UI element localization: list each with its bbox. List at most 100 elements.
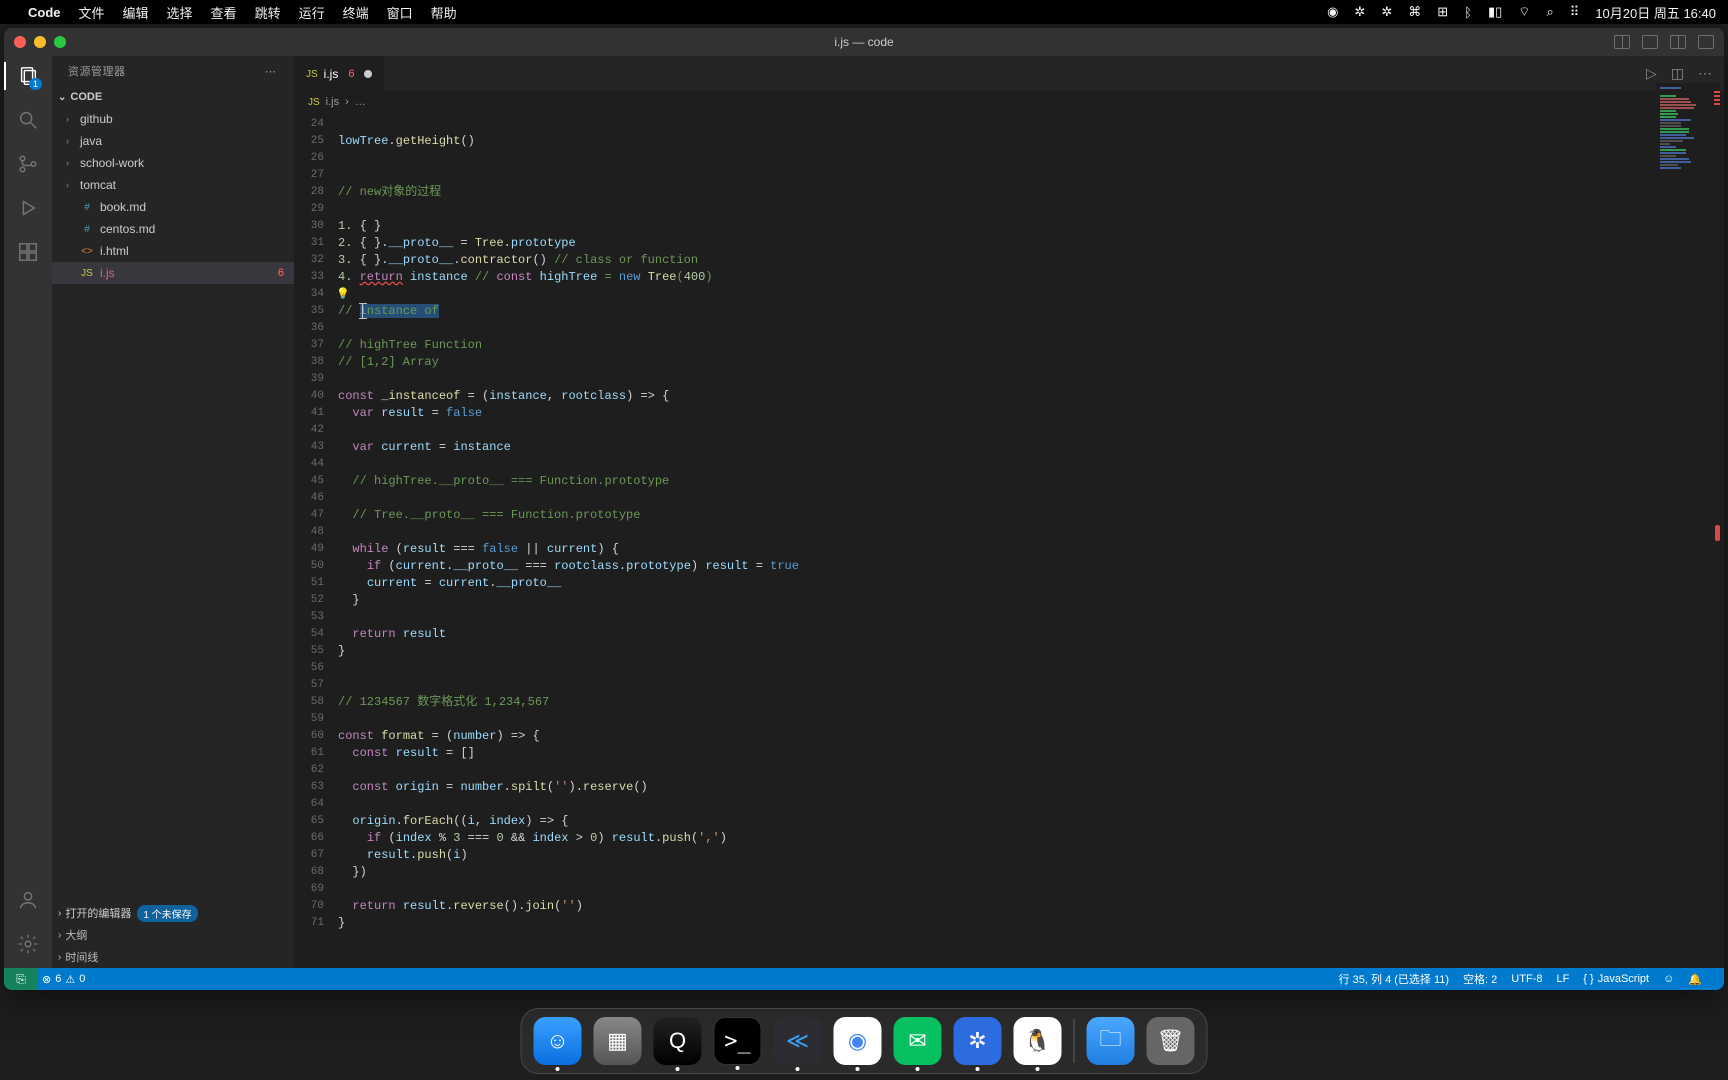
code-line[interactable] (338, 371, 1724, 388)
indent-status[interactable]: 空格: 2 (1463, 971, 1497, 987)
code-line[interactable]: var current = instance (338, 439, 1724, 456)
code-line[interactable]: 2. { }.__proto__ = Tree.prototype (338, 235, 1724, 252)
menu-view[interactable]: 查看 (211, 3, 237, 22)
menu-go[interactable]: 跳转 (255, 3, 281, 22)
code-line[interactable]: if (index % 3 === 0 && index > 0) result… (338, 830, 1724, 847)
code-line[interactable]: return result.reverse().join('') (338, 898, 1724, 915)
dock-wechat[interactable]: ✉ (894, 1017, 942, 1065)
wechat-work-status-icon[interactable]: ✲ (1381, 4, 1392, 20)
code-line[interactable] (338, 524, 1724, 541)
wifi-icon[interactable]: ⌔ (1518, 4, 1530, 20)
folder-item[interactable]: ›school-work (52, 152, 294, 174)
feedback-icon[interactable]: ☺ (1663, 973, 1674, 985)
dock-qq[interactable]: 🐧 (1014, 1017, 1062, 1065)
notifications-icon[interactable]: 🔔 (1688, 973, 1702, 986)
dock-quicktime[interactable]: Q (654, 1017, 702, 1065)
control-center-icon[interactable]: ⠿ (1570, 4, 1580, 20)
tool-status-icon[interactable]: ⌘ (1408, 4, 1421, 20)
dock-launchpad[interactable]: ▦ (594, 1017, 642, 1065)
code-line[interactable]: // 1234567 数字格式化 1,234,567 (338, 694, 1724, 711)
editor-more-icon[interactable]: ⋯ (1698, 65, 1712, 82)
code-line[interactable] (338, 456, 1724, 473)
breadcrumb[interactable]: JS i.js › … (294, 91, 1724, 113)
dock-trash[interactable]: 🗑 (1147, 1017, 1195, 1065)
toggle-secondary-sidebar-icon[interactable] (1670, 35, 1686, 49)
toggle-primary-sidebar-icon[interactable] (1614, 35, 1630, 49)
menu-help[interactable]: 帮助 (431, 3, 457, 22)
zoom-window-button[interactable] (54, 36, 66, 48)
file-item[interactable]: JSi.js6 (52, 262, 294, 284)
code-line[interactable] (338, 711, 1724, 728)
folder-item[interactable]: ›tomcat (52, 174, 294, 196)
code-line[interactable]: // new对象的过程 (338, 184, 1724, 201)
extensions-view-icon[interactable] (16, 240, 40, 264)
code-line[interactable] (338, 609, 1724, 626)
outline-section[interactable]: › 大纲 (52, 924, 294, 946)
code-line[interactable]: } (338, 592, 1724, 609)
menu-file[interactable]: 文件 (79, 3, 105, 22)
tab-ijs[interactable]: JS i.js 6 (294, 56, 385, 91)
code-line[interactable]: // highTree Function (338, 337, 1724, 354)
code-line[interactable] (338, 150, 1724, 167)
split-editor-icon[interactable]: ◫ (1671, 65, 1684, 82)
code-line[interactable] (338, 320, 1724, 337)
search-view-icon[interactable] (16, 108, 40, 132)
code-line[interactable]: var result = false (338, 405, 1724, 422)
code-line[interactable]: origin.forEach((i, index) => { (338, 813, 1724, 830)
code-line[interactable]: // instance of (338, 303, 1724, 320)
dock-chrome[interactable]: ◉ (834, 1017, 882, 1065)
code-line[interactable]: const result = [] (338, 745, 1724, 762)
file-item[interactable]: #centos.md (52, 218, 294, 240)
run-file-icon[interactable]: ▷ (1646, 65, 1657, 82)
code-line[interactable] (338, 660, 1724, 677)
code-line[interactable]: while (result === false || current) { (338, 541, 1724, 558)
code-line[interactable] (338, 167, 1724, 184)
code-line[interactable]: // Tree.__proto__ === Function.prototype (338, 507, 1724, 524)
run-debug-view-icon[interactable] (16, 196, 40, 220)
dock-vscode[interactable]: ≪ (774, 1017, 822, 1065)
code-line[interactable]: // [1,2] Array (338, 354, 1724, 371)
code-line[interactable]: result.push(i) (338, 847, 1724, 864)
code-line[interactable]: lowTree.getHeight() (338, 133, 1724, 150)
workspace-root[interactable]: ⌄ CODE (52, 86, 294, 108)
problems-status[interactable]: ⊗6 ⚠0 (42, 973, 85, 986)
editor-body[interactable]: 2425262728293031323334353637383940414243… (294, 113, 1724, 968)
minimize-window-button[interactable] (34, 36, 46, 48)
code-line[interactable]: return result (338, 626, 1724, 643)
code-line[interactable]: 3. { }.__proto__.contractor() // class o… (338, 252, 1724, 269)
code-line[interactable]: const format = (number) => { (338, 728, 1724, 745)
dock-terminal[interactable]: >_ (714, 1017, 762, 1065)
explorer-view-icon[interactable]: 1 (16, 64, 40, 88)
source-control-view-icon[interactable] (16, 152, 40, 176)
open-editors-section[interactable]: › 打开的编辑器 1 个未保存 (52, 902, 294, 924)
sidebar-more-icon[interactable]: ⋯ (265, 65, 278, 78)
code-line[interactable]: if (current.__proto__ === rootclass.prot… (338, 558, 1724, 575)
eol-status[interactable]: LF (1556, 973, 1569, 985)
dock-finder[interactable]: ☺ (534, 1017, 582, 1065)
dock-wechat-work[interactable]: ✲ (954, 1017, 1002, 1065)
wechat-status-icon[interactable]: ✲ (1354, 4, 1365, 20)
cursor-position[interactable]: 行 35, 列 4 (已选择 11) (1339, 971, 1449, 987)
encoding-status[interactable]: UTF-8 (1511, 973, 1542, 985)
code-line[interactable]: const _instanceof = (instance, rootclass… (338, 388, 1724, 405)
code-line[interactable] (338, 490, 1724, 507)
accounts-icon[interactable] (16, 888, 40, 912)
dock-downloads-folder[interactable]: 🗀 (1087, 1017, 1135, 1065)
code-line[interactable] (338, 881, 1724, 898)
code-line[interactable]: current = current.__proto__ (338, 575, 1724, 592)
file-item[interactable]: <>i.html (52, 240, 294, 262)
code-line[interactable]: 💡 (338, 286, 1724, 303)
grid-status-icon[interactable]: ⊞ (1437, 4, 1448, 20)
customize-layout-icon[interactable] (1698, 35, 1714, 49)
code-line[interactable]: } (338, 915, 1724, 932)
menu-run[interactable]: 运行 (299, 3, 325, 22)
menu-edit[interactable]: 编辑 (123, 3, 149, 22)
spotlight-icon[interactable]: ⌕ (1547, 4, 1554, 20)
code-line[interactable] (338, 677, 1724, 694)
folder-item[interactable]: ›java (52, 130, 294, 152)
menubar-clock[interactable]: 10月20日 周五 16:40 (1595, 3, 1716, 22)
code-line[interactable]: 4. return instance // const highTree = n… (338, 269, 1724, 286)
minimap[interactable] (1656, 83, 1720, 966)
toggle-panel-icon[interactable] (1642, 35, 1658, 49)
code-line[interactable] (338, 762, 1724, 779)
